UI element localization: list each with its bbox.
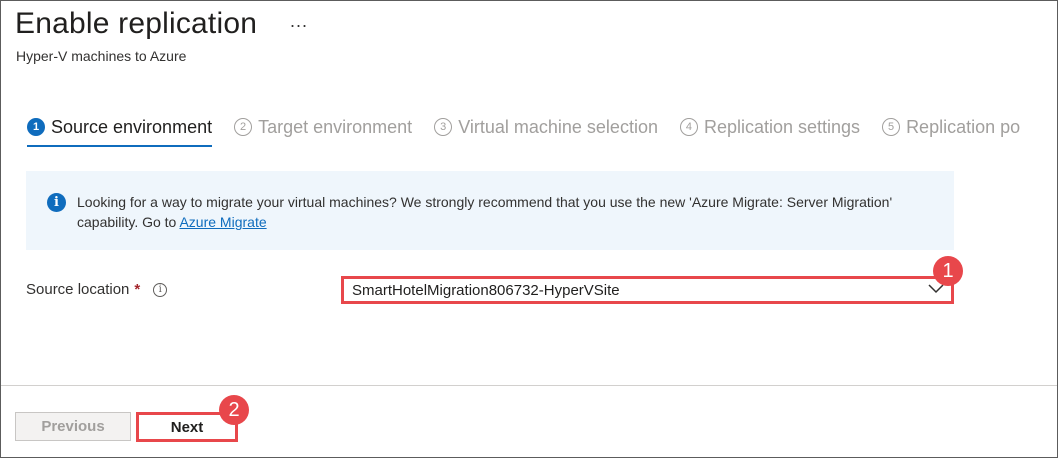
source-location-value: SmartHotelMigration806732-HyperVSite bbox=[352, 281, 620, 299]
callout-badge-1: 1 bbox=[933, 256, 963, 286]
source-location-dropdown[interactable]: SmartHotelMigration806732-HyperVSite bbox=[341, 276, 954, 304]
blade-frame: Enable replication ... Hyper-V machines … bbox=[0, 0, 1058, 458]
tab-target-environment[interactable]: 2 Target environment bbox=[234, 113, 412, 141]
footer-divider bbox=[1, 385, 1057, 386]
source-location-label-text: Source location bbox=[26, 281, 130, 298]
more-options-icon[interactable]: ... bbox=[290, 11, 308, 32]
step-number-badge: 3 bbox=[434, 118, 453, 136]
required-asterisk: * bbox=[134, 281, 141, 298]
step-number-badge: 2 bbox=[234, 118, 253, 136]
tab-label: Replication po bbox=[906, 116, 1021, 137]
step-number-badge: 4 bbox=[679, 118, 698, 136]
tab-label: Source environment bbox=[51, 116, 213, 137]
tab-replication-policy[interactable]: 5 Replication po bbox=[882, 113, 1020, 141]
callout-badge-2: 2 bbox=[219, 395, 249, 425]
tab-replication-settings[interactable]: 4 Replication settings bbox=[679, 113, 861, 141]
wizard-tabs: 1 Source environment 2 Target environmen… bbox=[27, 113, 1042, 147]
tab-label: Target environment bbox=[258, 116, 413, 137]
info-tooltip-icon[interactable]: i bbox=[153, 282, 168, 297]
info-banner: i Looking for a way to migrate your virt… bbox=[26, 171, 954, 250]
step-number-badge: 5 bbox=[882, 118, 901, 136]
source-location-label: Source location * i bbox=[26, 281, 168, 298]
tab-label: Virtual machine selection bbox=[458, 116, 658, 137]
previous-button[interactable]: Previous bbox=[15, 412, 131, 441]
page-subtitle: Hyper-V machines to Azure bbox=[16, 48, 187, 64]
info-icon: i bbox=[47, 193, 66, 212]
page-title: Enable replication bbox=[15, 7, 258, 40]
tab-source-environment[interactable]: 1 Source environment bbox=[27, 113, 213, 147]
tab-label: Replication settings bbox=[703, 116, 861, 137]
info-banner-text: Looking for a way to migrate your virtua… bbox=[77, 192, 937, 232]
tab-virtual-machine-selection[interactable]: 3 Virtual machine selection bbox=[434, 113, 658, 141]
azure-migrate-link[interactable]: Azure Migrate bbox=[179, 214, 266, 230]
step-number-badge: 1 bbox=[27, 118, 45, 136]
